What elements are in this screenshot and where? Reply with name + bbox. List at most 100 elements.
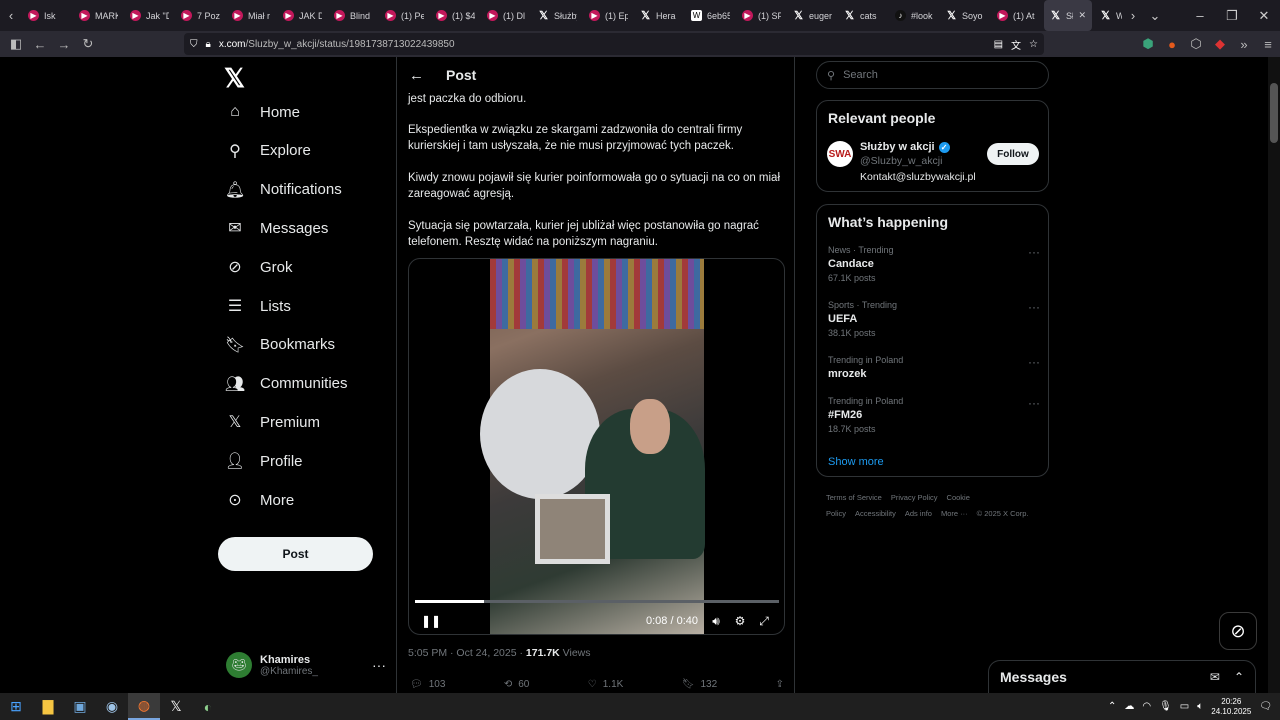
bookmark-button[interactable]: 🔖︎ 132 [682, 679, 717, 690]
bookmark-star-icon[interactable]: ☆ [1029, 39, 1038, 50]
browser-tab[interactable]: ▶ Isk [22, 0, 73, 31]
extension-badge-icon[interactable]: ◆ [1208, 36, 1232, 52]
display-icon[interactable]: ▭ [1180, 701, 1189, 712]
cloud-icon[interactable]: ☁ [1124, 701, 1134, 712]
extension-shield-icon[interactable]: ⬢ [1136, 36, 1160, 52]
browser-tab[interactable]: ▶ (1) $4 [430, 0, 481, 31]
microphone-icon[interactable]: 🎙︎ [1159, 701, 1172, 712]
sidebar-toggle-icon[interactable]: ◧ [4, 36, 28, 52]
browser-tab[interactable]: ▶ JAK D [277, 0, 328, 31]
trend-item[interactable]: News · Trending Candace 67.1K posts ··· [828, 245, 1040, 283]
x-logo-icon[interactable]: 𝕏 [224, 63, 245, 94]
footer-link[interactable]: Ads info [905, 509, 932, 518]
browser-tab[interactable]: 𝕏World [1094, 0, 1122, 31]
like-button[interactable]: ♡ 1.1K [588, 679, 624, 690]
nav-item-premium[interactable]: 𝕏 Premium [226, 413, 320, 432]
reload-icon[interactable]: ↻ [76, 36, 100, 52]
nav-item-notifications[interactable]: 🔔︎ Notifications [225, 181, 342, 199]
show-more-link[interactable]: Show more [828, 456, 884, 468]
browser-tab[interactable]: ▶ MARK [73, 0, 124, 31]
trend-item[interactable]: Trending in Poland #FM26 18.7K posts ··· [828, 396, 1040, 434]
nav-item-messages[interactable]: ✉ Messages [226, 219, 328, 238]
browser-tab[interactable]: ▶ Miał r [226, 0, 277, 31]
tab-scroll-left-icon[interactable]: ‹ [0, 8, 22, 23]
nav-item-bookmarks[interactable]: 🔖︎ Bookmarks [225, 336, 335, 354]
clock[interactable]: 20:26 24.10.2025 [1211, 697, 1251, 717]
browser-tab[interactable]: ▶ (1) Pe [379, 0, 430, 31]
more-dots-icon[interactable]: ··· [1028, 300, 1040, 314]
windows-start-icon[interactable]: ⊞ [0, 693, 32, 720]
tab-list-chevron-icon[interactable]: ⌄ [1144, 8, 1166, 24]
trend-item[interactable]: Sports · Trending UEFA 38.1K posts ··· [828, 300, 1040, 338]
browser-tab[interactable]: ♪ #look [889, 0, 940, 31]
more-dots-icon[interactable]: ··· [1028, 245, 1040, 259]
wifi-icon[interactable]: ◠ [1142, 701, 1151, 712]
search-input[interactable]: ⚲ Search [816, 61, 1049, 89]
firefox-icon[interactable]: ◍ [128, 693, 160, 720]
browser-tab[interactable]: 𝕏euger [787, 0, 838, 31]
footer-link[interactable]: Accessibility [855, 509, 896, 518]
video-progress-bar[interactable] [415, 600, 779, 603]
post-timestamp[interactable]: 5:05 PM · Oct 24, 2025 · [408, 647, 526, 659]
nav-item-profile[interactable]: 👤︎ Profile [225, 452, 303, 471]
app-monitor-icon[interactable]: ▣ [64, 693, 96, 720]
page-scrollbar[interactable] [1268, 57, 1280, 693]
avatar[interactable]: SWA [827, 141, 853, 167]
browser-tab[interactable]: ▶ (1) SP [736, 0, 787, 31]
browser-tab[interactable]: 𝕏 Hera [634, 0, 685, 31]
x-app-icon[interactable]: 𝕏 [160, 693, 192, 720]
post-button[interactable]: Post [218, 537, 373, 571]
nav-item-more[interactable]: ⊙ More [226, 491, 294, 510]
video-frame[interactable] [480, 259, 705, 634]
new-message-icon[interactable]: ✉ [1210, 670, 1220, 684]
volume-icon[interactable]: 🔊︎ [704, 614, 728, 629]
grok-fab-icon[interactable]: ⊘ [1219, 612, 1257, 650]
browser-tab[interactable]: 𝕏 Słu ✕ [1044, 0, 1092, 31]
forward-icon[interactable]: → [52, 37, 76, 52]
nav-item-explore[interactable]: ⚲ Explore [226, 142, 311, 160]
share-button[interactable]: ⇪ [776, 679, 784, 690]
browser-tab[interactable]: ▶ Jak "D [124, 0, 175, 31]
footer-link[interactable]: © 2025 X Corp. [977, 509, 1029, 518]
browser-tab[interactable]: ▶ (1) Ep [583, 0, 634, 31]
more-dots-icon[interactable]: ··· [372, 657, 386, 673]
restore-icon[interactable]: ❐ [1216, 8, 1248, 24]
video-player[interactable]: ❚❚ 0:08 / 0:40 🔊︎ ⚙ ⤢ [408, 258, 785, 635]
more-dots-icon[interactable]: ··· [1028, 396, 1040, 410]
footer-link[interactable]: Terms of Service [826, 493, 882, 502]
extensions-icon[interactable]: ⬡ [1184, 36, 1208, 52]
browser-tab[interactable]: ▶ Blind [328, 0, 379, 31]
overflow-menu-icon[interactable]: » [1232, 37, 1256, 52]
browser-tab[interactable]: ▶ 7 Poz [175, 0, 226, 31]
nav-item-home[interactable]: ⌂ Home [226, 103, 300, 121]
url-bar[interactable]: ⛉ 🔒︎ x.com/Sluzby_w_akcji/status/1981738… [184, 33, 1044, 55]
reply-button[interactable]: 💬︎ 103 [410, 679, 445, 690]
expand-chevron-icon[interactable]: ⌃ [1234, 670, 1244, 684]
browser-tab[interactable]: 𝕏 Soyo [940, 0, 991, 31]
close-window-icon[interactable]: ✕ [1248, 8, 1280, 24]
fullscreen-icon[interactable]: ⤢ [752, 614, 776, 629]
browser-tab[interactable]: 𝕏cats [838, 0, 889, 31]
repost-button[interactable]: ⟲ 60 [504, 679, 530, 690]
browser-tab[interactable]: W 6eb65 [685, 0, 736, 31]
footer-link[interactable]: Privacy Policy [891, 493, 938, 502]
translate-icon[interactable]: 文 [1011, 37, 1021, 52]
app-globe-icon[interactable]: ◐ [192, 693, 224, 720]
messages-dock[interactable]: Messages ✉ ⌃ [988, 660, 1256, 693]
account-switcher[interactable]: 🐸︎ Khamires @Khamires_ ··· [226, 647, 386, 683]
browser-tab[interactable]: ▶ (1) Dl [481, 0, 532, 31]
notification-icon[interactable]: 🗨︎ [1259, 701, 1272, 712]
person-bio[interactable]: Kontakt@sluzbywakcji.pl [860, 171, 976, 183]
back-arrow-icon[interactable]: ← [409, 67, 424, 84]
trend-item[interactable]: Trending in Poland mrozek ··· [828, 355, 1040, 380]
browser-tab[interactable]: ▶ (1) At [991, 0, 1042, 31]
reader-view-icon[interactable]: ▤ [994, 39, 1003, 50]
tab-scroll-right-icon[interactable]: › [1122, 8, 1144, 23]
steam-icon[interactable]: ◉ [96, 693, 128, 720]
browser-tab[interactable]: 𝕏 Służby [532, 0, 583, 31]
follow-button[interactable]: Follow [987, 143, 1039, 165]
file-explorer-icon[interactable]: ▇ [32, 693, 64, 720]
nav-item-grok[interactable]: ⊘ Grok [226, 258, 292, 277]
speaker-icon[interactable]: 🔈︎ [1197, 701, 1203, 712]
minimize-icon[interactable]: – [1184, 8, 1216, 23]
